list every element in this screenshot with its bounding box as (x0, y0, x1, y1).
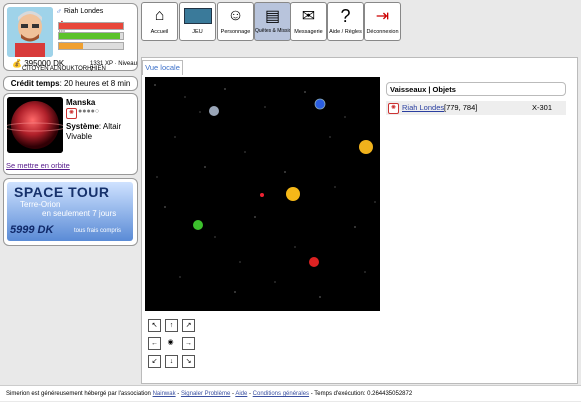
ad-duration: en seulement 7 jours (42, 209, 117, 218)
planet-yellow-marker (359, 140, 373, 154)
tab-local-view[interactable]: Vue locale (142, 60, 183, 75)
planet-red-marker (309, 257, 319, 267)
game-map-icon (181, 3, 214, 29)
credit-label: Crédit temps (10, 79, 60, 88)
planet-status: Vivable (66, 132, 93, 141)
vessel-name-link[interactable]: Riah Londes (402, 101, 444, 115)
nav-quests-button[interactable]: ▤ Quêtes & Missions (254, 2, 297, 41)
enter-orbit-link[interactable]: Se mettre en orbite (6, 161, 70, 170)
move-up-right-button[interactable]: ↗ (182, 319, 195, 332)
move-down-left-button[interactable]: ↙ (148, 355, 161, 368)
player-ship-marker (260, 193, 264, 197)
planet-image (7, 97, 63, 153)
sun-marker (286, 187, 300, 201)
credit-value: : 20 heures et 8 min (59, 79, 131, 88)
ad-note: tous frais compris (74, 228, 122, 234)
hunger-bar (58, 42, 124, 50)
help-icon: ? (340, 5, 351, 26)
planet-system: Système: Altair (66, 122, 122, 131)
planet-blue-marker (314, 98, 326, 110)
planet-moons-icon: ●●●●○ (78, 108, 100, 115)
quests-icon: ▤ (264, 8, 281, 25)
planet-type-icon: ✺ (66, 108, 77, 119)
time-credit: Crédit temps: 20 heures et 8 min (3, 76, 138, 91)
move-up-left-button[interactable]: ↖ (148, 319, 161, 332)
ad-price: 5999 DK (10, 224, 54, 236)
terms-link[interactable]: Conditions générales (253, 391, 309, 397)
move-right-button[interactable]: → (182, 337, 195, 350)
ship-icon: ✺ (388, 103, 399, 114)
nav-game-button[interactable]: JEU (179, 2, 216, 41)
nav-character-button[interactable]: ☺ Personnage (217, 2, 254, 41)
player-rank: CITOYEN ALNOUKTORHHIEN (22, 66, 106, 72)
help-link[interactable]: Aide (235, 391, 247, 397)
home-icon: ⌂ (154, 7, 165, 24)
vessel-coords: [779, 784] (444, 103, 478, 112)
host-link[interactable]: Nainwak (153, 391, 176, 397)
report-problem-link[interactable]: Signaler Problème (181, 391, 230, 397)
avatar[interactable] (7, 7, 53, 57)
nav-mail-button[interactable]: ✉ Messagerie (290, 2, 327, 41)
space-tour-ad[interactable]: SPACE TOUR Terre-Orion en seulement 7 jo… (3, 178, 138, 246)
energy-bar (58, 32, 124, 40)
footer: Simerion est généreusement hébergé par l… (0, 385, 581, 401)
planet-grey-marker (209, 106, 219, 116)
move-left-button[interactable]: ← (148, 337, 161, 350)
view-eye-icon[interactable]: ◉ (165, 337, 176, 348)
vessel-code: X-301 (532, 103, 553, 112)
player-name: Riah Londes (64, 8, 104, 15)
health-bar (58, 22, 124, 30)
execution-time: - Temps d'exécution: 0.264435052872 (310, 391, 413, 397)
nav-logout-button[interactable]: ⇥ Déconnexion (364, 2, 401, 41)
move-down-right-button[interactable]: ↘ (182, 355, 195, 368)
vessels-header: Vaisseaux | Objets (386, 82, 566, 96)
ad-title: SPACE TOUR (14, 184, 110, 200)
avatar-illustration (7, 7, 53, 57)
ad-route: Terre-Orion (20, 200, 61, 209)
nav-home-button[interactable]: ⌂ Accueil (141, 2, 178, 41)
move-down-button[interactable]: ↓ (165, 355, 178, 368)
vessel-row[interactable]: ✺ Riah Londes [779, 784] X-301 (386, 101, 566, 115)
logout-icon: ⇥ (375, 8, 390, 25)
planet-name: Manska (66, 98, 96, 107)
local-space-map[interactable] (145, 77, 380, 311)
space-map-svg (145, 77, 380, 311)
nav-help-button[interactable]: ? Aide / Règles (327, 2, 364, 41)
move-up-button[interactable]: ↑ (165, 319, 178, 332)
planet-green-marker (193, 220, 203, 230)
mail-icon: ✉ (301, 8, 316, 25)
gender-male-icon: ♂ (56, 7, 62, 16)
character-icon: ☺ (227, 7, 244, 24)
profile-card: ♂ Riah Londes ✚ Ψ ♨ 💰 395000 DK 1331 XP … (3, 3, 138, 73)
